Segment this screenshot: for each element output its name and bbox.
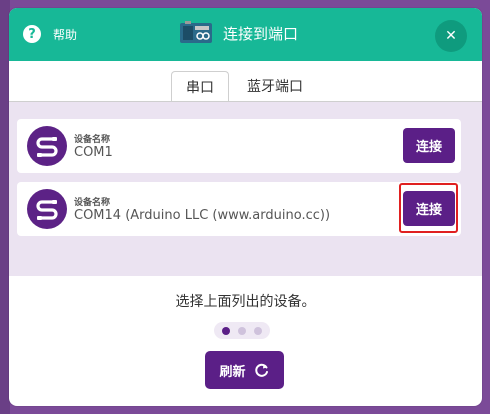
refresh-button[interactable]: 刷新 [205,351,284,389]
instruction-text: 选择上面列出的设备。 [175,294,316,310]
device-row: 设备名称 COM14 (Arduino LLC (www.arduino.cc)… [17,182,461,236]
help-button[interactable]: ? 帮助 [23,25,77,43]
step-dot [254,326,262,335]
refresh-icon [254,363,268,377]
tab-bar: 串口 蓝牙端口 [9,61,482,102]
serial-plug-icon [27,189,67,229]
help-label: 帮助 [53,27,78,42]
close-icon: ✕ [445,28,457,44]
close-button[interactable]: ✕ [435,20,467,52]
serial-plug-icon [27,126,67,166]
connection-dialog: ? 帮助 连接到端口 ✕ 串口 蓝牙端口 设备名称 COM1 连接 设备名称 C… [9,8,482,406]
tab-bluetooth[interactable]: 蓝牙端口 [233,71,317,101]
dialog-title: 连接到端口 [223,24,299,43]
tab-serial-label: 串口 [186,80,214,96]
arduino-board-icon [180,21,212,43]
dialog-header: ? 帮助 连接到端口 ✕ [9,8,482,61]
device-name: COM14 (Arduino LLC (www.arduino.cc)) [74,208,331,223]
connect-button[interactable]: 连接 [403,128,455,163]
device-name-label: 设备名称 [74,198,111,208]
dialog-title-wrap: 连接到端口 [179,21,298,45]
highlight-box [399,183,458,233]
device-row: 设备名称 COM1 连接 [17,119,461,173]
refresh-label: 刷新 [219,364,246,380]
device-name: COM1 [74,145,113,160]
tab-bluetooth-label: 蓝牙端口 [247,79,303,95]
tab-serial[interactable]: 串口 [171,71,229,102]
step-dot-active [222,326,230,335]
step-dot [238,326,246,335]
pagination-dots [214,322,270,339]
question-icon: ? [23,25,41,43]
device-name-label: 设备名称 [74,135,111,145]
